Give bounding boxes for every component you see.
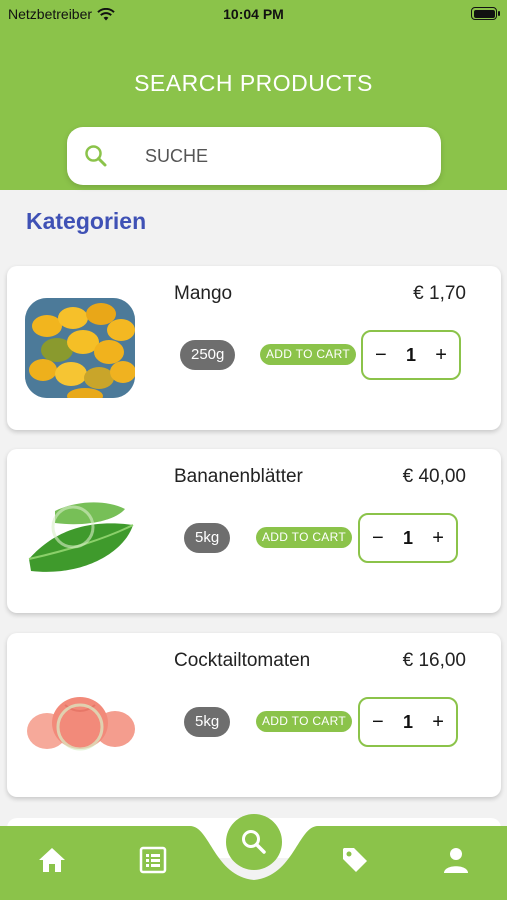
quantity-stepper: − 1 + (361, 330, 461, 380)
search-icon (85, 145, 107, 167)
weight-badge: 5kg (184, 707, 231, 737)
increase-button[interactable]: + (435, 345, 447, 365)
weight-badge: 250g (180, 340, 236, 370)
search-input[interactable] (145, 127, 425, 185)
product-name: Cocktailtomaten (174, 650, 311, 671)
product-price: € 16,00 (402, 650, 466, 671)
home-icon (39, 848, 65, 872)
nav-profile[interactable] (438, 842, 474, 878)
decrease-button[interactable]: − (372, 528, 384, 548)
quantity-value: 1 (402, 711, 413, 732)
header: Netzbetreiber 10:04 PM SEARCH PRODUCTS (0, 0, 507, 190)
nav-home[interactable] (34, 842, 70, 878)
nav-list[interactable] (135, 842, 171, 878)
weight-badge: 5kg (184, 523, 231, 553)
increase-button[interactable]: + (432, 712, 444, 732)
product-image-banana-leaves (28, 502, 134, 572)
product-card[interactable]: Mango € 1,70 250g ADD TO CART − 1 + (7, 266, 501, 430)
search-bar[interactable] (67, 127, 441, 185)
nav-search-fab[interactable] (226, 814, 282, 870)
quantity-value: 1 (402, 527, 413, 548)
add-to-cart-button[interactable]: ADD TO CART (256, 527, 352, 548)
search-icon (242, 830, 266, 854)
page-title: SEARCH PRODUCTS (134, 70, 373, 96)
battery-icon (471, 7, 500, 20)
decrease-button[interactable]: − (375, 345, 387, 365)
increase-button[interactable]: + (432, 528, 444, 548)
list-icon (139, 846, 167, 874)
clock: 10:04 PM (223, 6, 284, 22)
status-bar: Netzbetreiber 10:04 PM (0, 0, 507, 30)
add-to-cart-button[interactable]: ADD TO CART (260, 344, 356, 365)
section-title: Kategorien (26, 208, 147, 234)
product-image-tomatoes (27, 697, 135, 751)
product-price: € 1,70 (413, 283, 466, 304)
product-card[interactable]: Cocktailtomaten € 16,00 5kg ADD TO CART … (7, 633, 501, 797)
quantity-stepper: − 1 + (358, 697, 458, 747)
person-icon (444, 848, 468, 873)
product-name: Bananenblätter (174, 466, 303, 487)
quantity-stepper: − 1 + (358, 513, 458, 563)
product-name: Mango (174, 283, 233, 304)
tag-icon (343, 848, 367, 872)
product-price: € 40,00 (402, 466, 466, 487)
decrease-button[interactable]: − (372, 712, 384, 732)
bottom-nav (0, 814, 507, 900)
product-image-mango (25, 298, 135, 398)
quantity-value: 1 (405, 344, 416, 365)
product-card[interactable]: Bananenblätter € 40,00 5kg ADD TO CART −… (7, 449, 501, 613)
add-to-cart-button[interactable]: ADD TO CART (256, 711, 352, 732)
nav-offers[interactable] (337, 842, 373, 878)
